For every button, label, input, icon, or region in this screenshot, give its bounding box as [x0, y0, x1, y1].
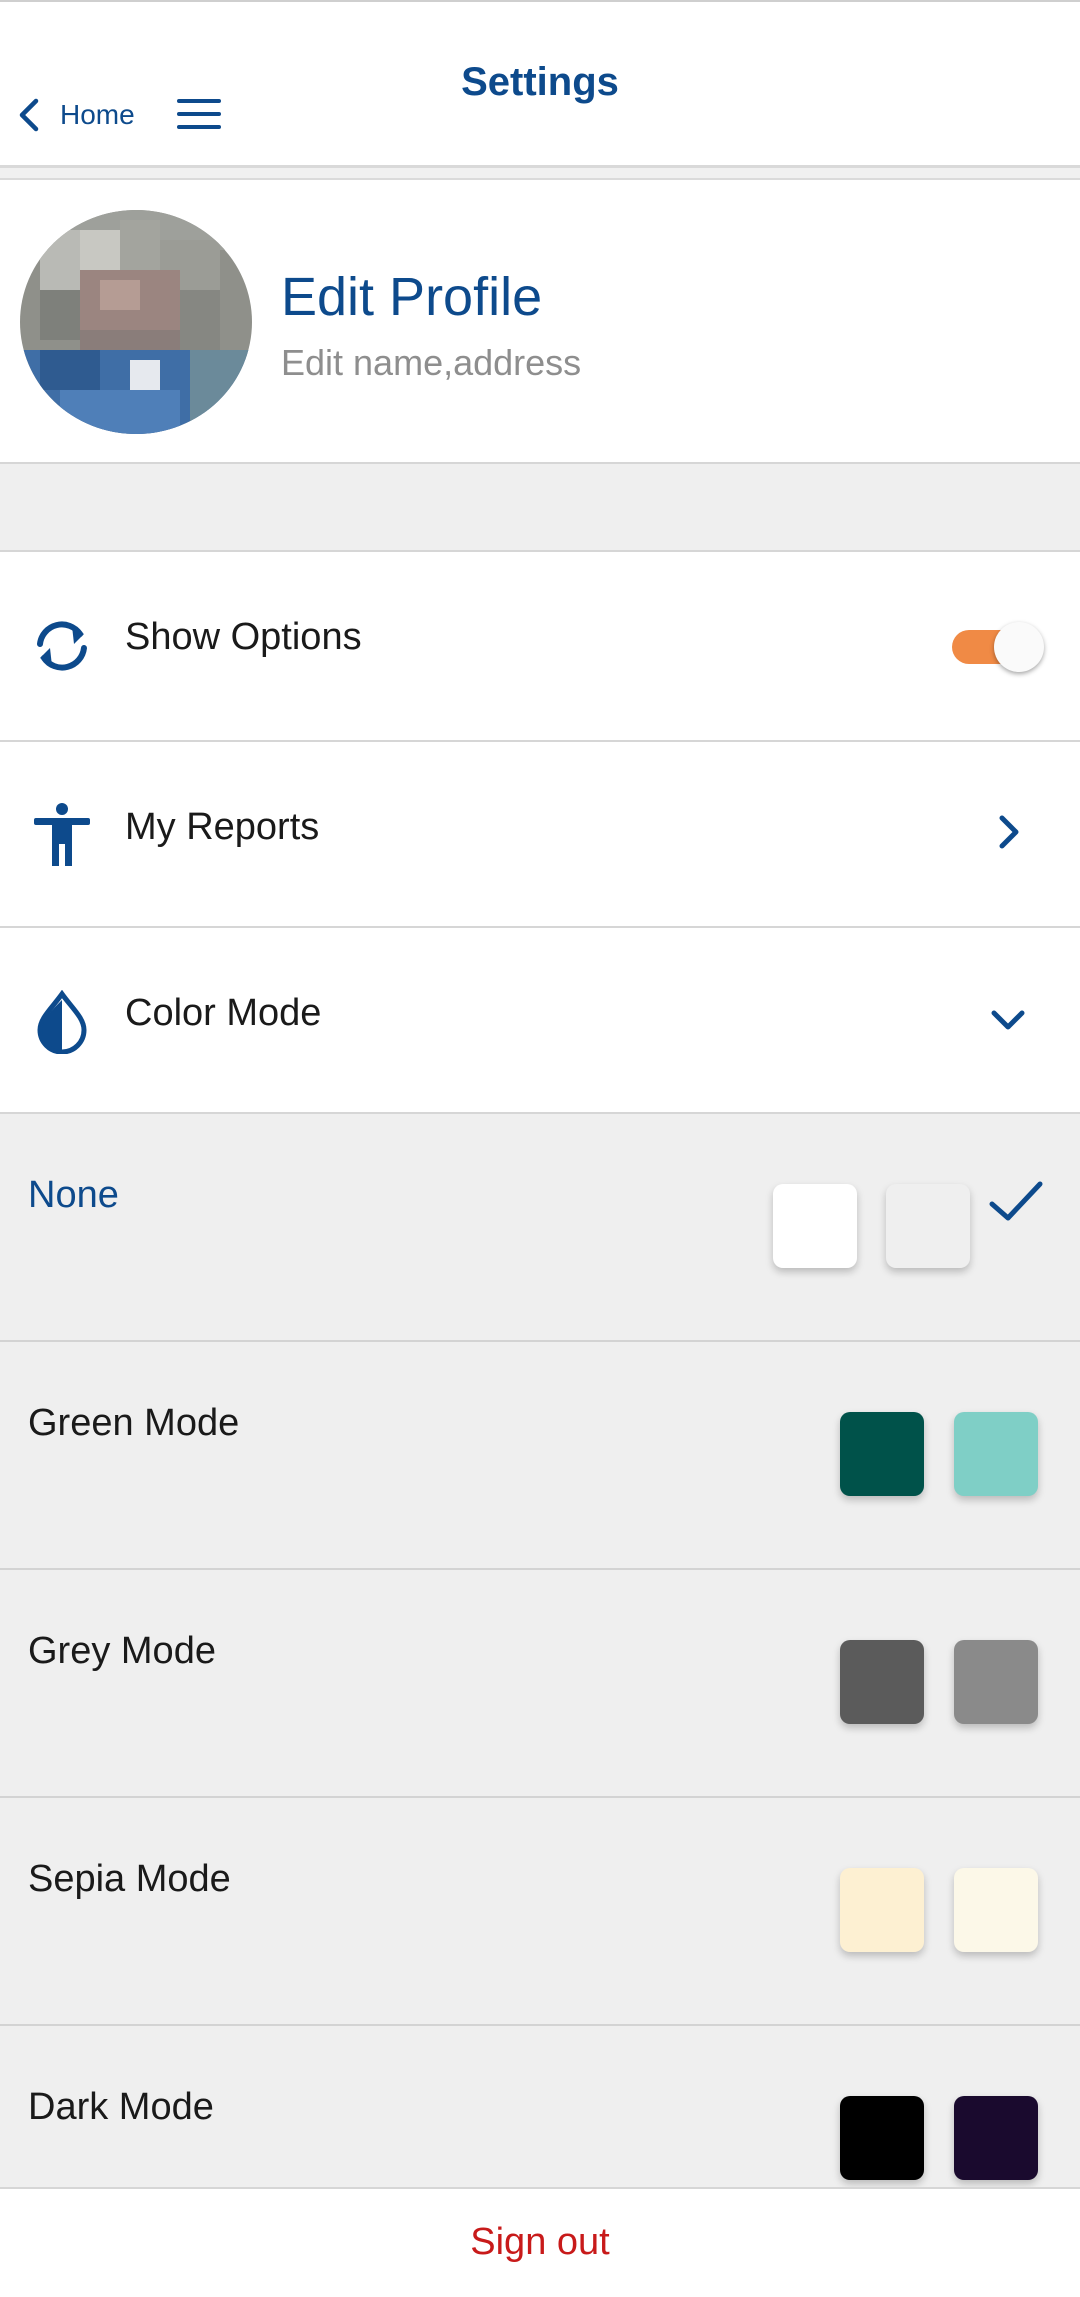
edit-profile-subtitle: Edit name,address	[281, 342, 582, 383]
color-swatch	[840, 2096, 924, 2180]
color-mode-option-green[interactable]: Green Mode	[0, 1342, 1080, 1570]
color-swatch	[840, 1412, 924, 1496]
color-mode-option-label: None	[28, 1174, 119, 1216]
color-swatch	[886, 1184, 970, 1268]
page-title: Settings	[461, 60, 619, 104]
edit-profile-title: Edit Profile	[281, 267, 543, 327]
color-swatch	[954, 1640, 1038, 1724]
sync-icon	[37, 621, 87, 671]
color-mode-option-label: Green Mode	[28, 1402, 240, 1444]
edit-profile-row[interactable]: Edit Profile Edit name,address	[0, 180, 1080, 464]
show-options-label: Show Options	[125, 616, 362, 658]
top-app-bar: Home Settings	[0, 0, 1080, 168]
color-mode-option-label: Grey Mode	[28, 1630, 216, 1672]
color-mode-option-label: Sepia Mode	[28, 1858, 231, 1900]
color-swatch	[954, 2096, 1038, 2180]
sign-out-button[interactable]: Sign out	[0, 2187, 1080, 2297]
color-mode-label: Color Mode	[125, 992, 322, 1034]
toggle-knob	[994, 622, 1044, 672]
color-swatch	[773, 1184, 857, 1268]
color-swatch	[840, 1640, 924, 1724]
water-drop-icon	[37, 990, 87, 1054]
person-icon	[34, 803, 90, 866]
chevron-right-icon	[999, 815, 1019, 849]
color-mode-row[interactable]: Color Mode	[0, 928, 1080, 1114]
color-swatch	[840, 1868, 924, 1952]
color-mode-option-sepia[interactable]: Sepia Mode	[0, 1798, 1080, 2026]
avatar	[20, 210, 252, 434]
section-spacer	[0, 464, 1080, 552]
checkmark-icon	[989, 1181, 1043, 1221]
show-options-toggle[interactable]	[948, 616, 1044, 672]
color-mode-option-grey[interactable]: Grey Mode	[0, 1570, 1080, 1798]
header-divider	[0, 168, 1080, 180]
color-swatch	[954, 1412, 1038, 1496]
color-swatch	[954, 1868, 1038, 1952]
show-options-row: Show Options	[0, 552, 1080, 742]
color-mode-option-none[interactable]: None	[0, 1114, 1080, 1342]
my-reports-row[interactable]: My Reports	[0, 742, 1080, 928]
color-mode-option-label: Dark Mode	[28, 2086, 214, 2128]
color-mode-option-dark[interactable]: Dark Mode	[0, 2026, 1080, 2187]
sign-out-label: Sign out	[470, 2221, 610, 2263]
my-reports-label: My Reports	[125, 806, 320, 848]
chevron-down-icon	[991, 1010, 1025, 1030]
